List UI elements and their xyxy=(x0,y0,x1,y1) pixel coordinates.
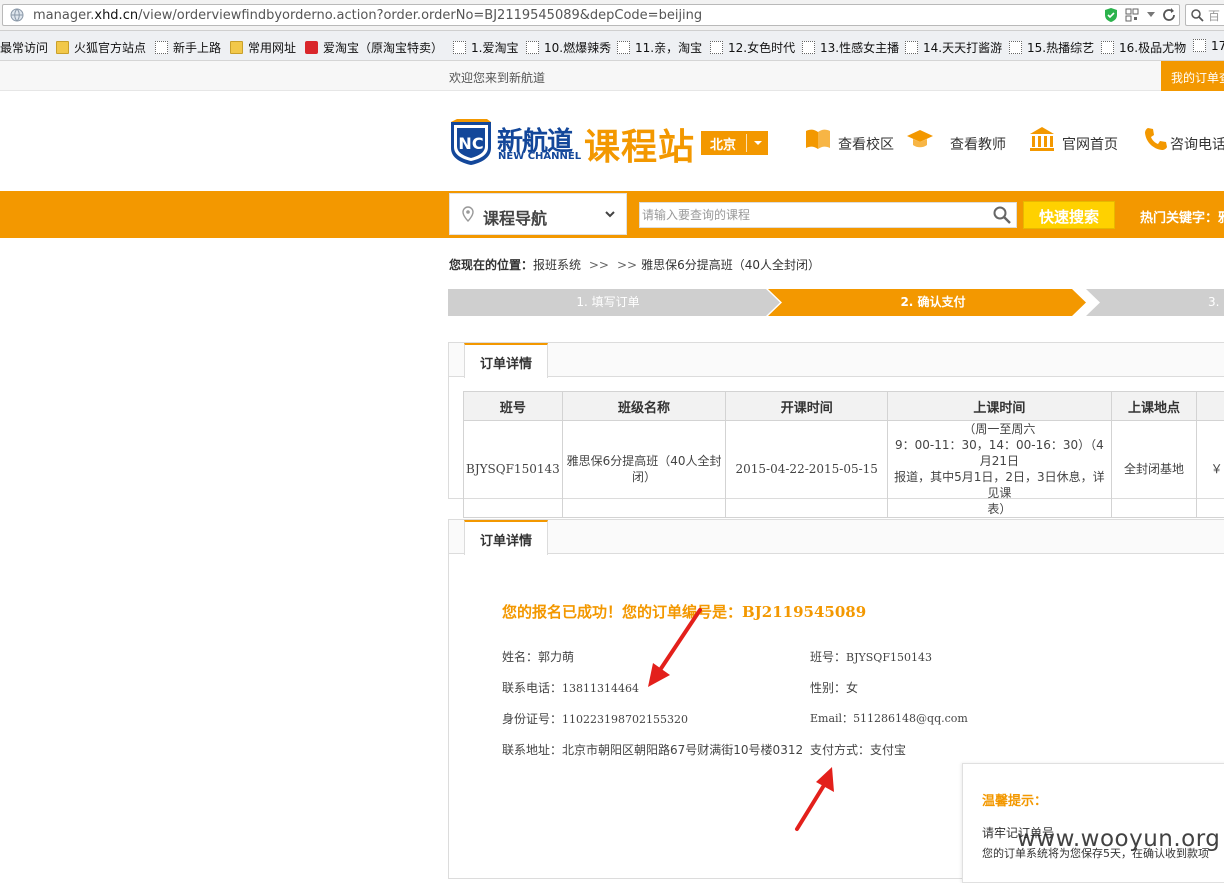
class-location: 全封闭基地 xyxy=(1111,421,1197,518)
reload-icon[interactable] xyxy=(1161,7,1177,23)
page-icon xyxy=(1193,39,1206,52)
step-three: 3. xyxy=(1208,289,1224,316)
chevron-down-icon xyxy=(604,208,616,220)
browser-toolbar: manager.xhd.cn/view/orderviewfindbyorder… xyxy=(0,0,1224,31)
url-field[interactable]: manager.xhd.cn/view/orderviewfindbyorder… xyxy=(2,4,1180,26)
welcome-text: 欢迎您来到新航道 xyxy=(449,69,545,86)
col-price xyxy=(1197,392,1224,421)
hot-keywords: 热门关键字：雅 xyxy=(1140,207,1224,226)
col-code: 班号 xyxy=(464,392,563,421)
info-name: 姓名：郭力萌 xyxy=(502,648,574,665)
course-search-input[interactable] xyxy=(639,202,1017,228)
my-orders-link[interactable]: 我的订单查 xyxy=(1161,61,1224,91)
bookmark-11[interactable]: 11.亲，淘宝 xyxy=(617,39,702,56)
folder-icon xyxy=(56,41,69,54)
tip-box: 温馨提示： 请牢记订单号 您的订单系统将为您保存5天，在确认收到款项 xyxy=(962,763,1224,883)
taobao-icon xyxy=(305,41,318,54)
top-strip: 欢迎您来到新航道 我的订单查 xyxy=(0,61,1224,91)
dropdown-arrow-icon[interactable] xyxy=(1146,11,1156,19)
breadcrumb-here: 您现在的位置： xyxy=(449,258,533,272)
bookmark-most-visited[interactable]: 最常访问 xyxy=(0,39,48,56)
tip-title: 温馨提示： xyxy=(982,790,1047,809)
url-text: manager.xhd.cn/view/orderviewfindbyorder… xyxy=(33,8,702,23)
quick-search-button[interactable]: 快速搜索 xyxy=(1023,201,1115,229)
brand-name-en: NEW CHANNEL xyxy=(498,151,581,162)
bookmark-16[interactable]: 16.极品尤物 xyxy=(1101,39,1186,56)
book-icon xyxy=(804,125,832,153)
location-pin-icon xyxy=(462,206,474,222)
browser-search-field[interactable]: 百 xyxy=(1185,4,1224,26)
page-icon xyxy=(526,41,539,54)
bookmark-14[interactable]: 14.天天打酱游 xyxy=(905,39,1002,56)
breadcrumb: 您现在的位置：报班系统 >>>>雅思保6分提高班（40人全封闭） xyxy=(449,256,820,273)
bookmark-10[interactable]: 10.燃爆辣秀 xyxy=(526,39,611,56)
table-row: BJYSQF150143 雅思保6分提高班（40人全封闭） 2015-04-22… xyxy=(464,421,1224,518)
col-schedule: 上课时间 xyxy=(888,392,1112,421)
phone-icon xyxy=(1142,125,1170,153)
info-gender: 性别：女 xyxy=(810,679,858,696)
page-icon xyxy=(1101,41,1114,54)
bookmark-12[interactable]: 12.女色时代 xyxy=(710,39,795,56)
bookmark-common[interactable]: 常用网址 xyxy=(230,39,296,56)
class-schedule: （周一至周六 9：00-11：30，14：00-16：30）（4月21日 报道，… xyxy=(888,421,1112,518)
page-icon xyxy=(710,41,723,54)
bookmarks-bar: 最常访问 火狐官方站点 新手上路 常用网址 爱淘宝（原淘宝特卖） 1.爱淘宝 1… xyxy=(0,31,1224,61)
bookmark-17[interactable]: 17 xyxy=(1193,39,1224,53)
info-class-code: 班号：BJYSQF150143 xyxy=(810,648,932,665)
bookmark-aitaobao[interactable]: 爱淘宝（原淘宝特卖） xyxy=(305,39,443,56)
bookmark-15[interactable]: 15.热播综艺 xyxy=(1009,39,1094,56)
tab-order-detail-2[interactable]: 订单详情 xyxy=(464,520,548,555)
page-icon xyxy=(802,41,815,54)
bookmark-firefox[interactable]: 火狐官方站点 xyxy=(56,39,146,56)
bookmark-13[interactable]: 13.性感女主播 xyxy=(802,39,899,56)
qr-code-icon[interactable] xyxy=(1125,8,1139,22)
folder-icon xyxy=(230,41,243,54)
page-icon xyxy=(155,41,168,54)
page-icon xyxy=(617,41,630,54)
info-id-number: 身份证号：110223198702155320 xyxy=(502,710,688,727)
class-code[interactable]: BJYSQF150143 xyxy=(464,421,563,518)
search-icon[interactable] xyxy=(992,205,1012,225)
info-email: Email：511286148@qq.com xyxy=(810,710,968,726)
breadcrumb-item-signup[interactable]: 报班系统 xyxy=(533,258,581,272)
site-name: 课程站 xyxy=(584,118,695,170)
red-arrow-icon xyxy=(640,605,710,695)
building-icon xyxy=(1028,125,1056,153)
nc-logo-icon: NC xyxy=(449,118,493,166)
step-confirm-pay: 2. 确认支付 xyxy=(780,289,1086,316)
page-icon xyxy=(1009,41,1022,54)
bookmark-1[interactable]: 1.爱淘宝 xyxy=(453,39,518,56)
page-icon xyxy=(453,41,466,54)
order-steps: 1. 填写订单 2. 确认支付 3. xyxy=(448,289,1224,316)
step-fill-order: 1. 填写订单 xyxy=(448,289,768,316)
class-name: 雅思保6分提高班（40人全封闭） xyxy=(562,421,726,518)
col-name: 班级名称 xyxy=(562,392,726,421)
class-dates: 2015-04-22-2015-05-15 xyxy=(726,421,888,518)
col-dates: 开课时间 xyxy=(726,392,888,421)
page-icon xyxy=(905,41,918,54)
svg-text:NC: NC xyxy=(458,134,483,153)
city-selector[interactable]: 北京 xyxy=(701,131,768,155)
globe-icon xyxy=(10,8,24,22)
bookmark-newbie[interactable]: 新手上路 xyxy=(155,39,221,56)
class-table: 班号 班级名称 开课时间 上课时间 上课地点 BJYSQF150143 雅思保6… xyxy=(463,391,1224,518)
info-payment: 支付方式：支付宝 xyxy=(810,741,906,758)
info-phone: 联系电话：13811314464 xyxy=(502,679,639,696)
chevron-down-icon xyxy=(754,141,762,145)
class-price: ￥ xyxy=(1197,421,1224,518)
col-location: 上课地点 xyxy=(1111,392,1197,421)
red-arrow-icon xyxy=(790,762,840,834)
watermark: www.wooyun.org xyxy=(1017,826,1220,852)
class-detail-panel: 订单详情 班号 班级名称 开课时间 上课时间 上课地点 BJYSQF150143… xyxy=(448,342,1224,499)
browser-search-placeholder: 百 xyxy=(1208,7,1220,24)
city-label: 北京 xyxy=(710,138,736,153)
graduation-cap-icon xyxy=(906,125,934,153)
info-address: 联系地址：北京市朝阳区朝阳路67号财满街10号楼0312 xyxy=(502,741,803,758)
course-nav-dropdown[interactable]: 课程导航 xyxy=(449,193,627,235)
breadcrumb-item-course[interactable]: 雅思保6分提高班（40人全封闭） xyxy=(641,258,820,272)
magnifier-icon xyxy=(1190,8,1204,22)
shield-icon[interactable] xyxy=(1104,7,1118,23)
tab-order-detail[interactable]: 订单详情 xyxy=(464,343,548,378)
